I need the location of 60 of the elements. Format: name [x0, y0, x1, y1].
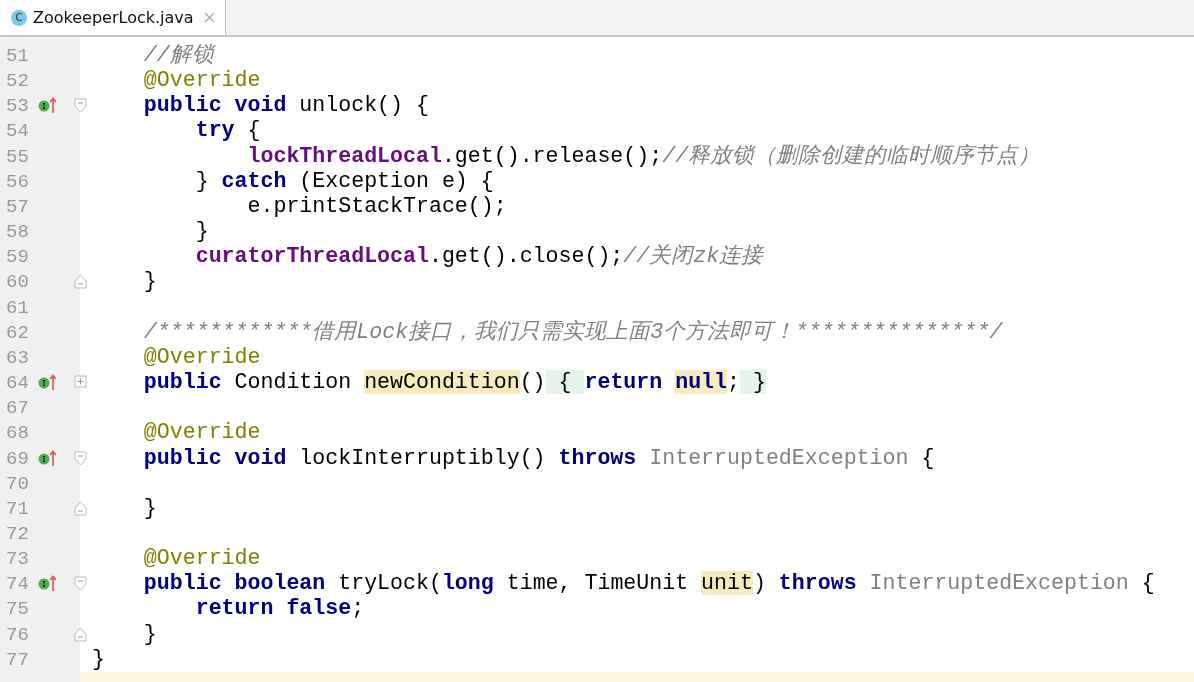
line-number: 60 [6, 270, 29, 296]
code-line: } catch (Exception e) { [194, 168, 494, 194]
code-line: } [142, 495, 157, 521]
fold-marker-icon[interactable] [74, 450, 87, 466]
line-number: 71 [6, 496, 29, 522]
line-number: 67 [6, 396, 29, 422]
line-number: 57 [6, 194, 29, 220]
code-line: } [142, 269, 157, 295]
code-line: //解锁 [142, 43, 214, 68]
override-marker-icon[interactable] [38, 373, 56, 392]
line-number: 73 [6, 547, 29, 573]
code-line: } [92, 646, 105, 672]
line-number: 59 [6, 245, 29, 271]
code-line: } [194, 219, 209, 245]
override-marker-icon[interactable] [38, 574, 56, 593]
line-number: 68 [6, 421, 29, 447]
code-line: lockThreadLocal.get().release();//释放锁（删除创建的临时顺序节点） [246, 143, 1041, 169]
line-number: 58 [6, 220, 29, 246]
line-number: 56 [6, 169, 29, 195]
fold-marker-icon[interactable] [74, 274, 87, 290]
close-icon[interactable] [203, 12, 215, 23]
override-marker-icon[interactable] [38, 96, 56, 115]
line-number: 61 [6, 295, 29, 321]
code-line: @Override [142, 420, 261, 446]
fold-marker-icon[interactable] [74, 576, 87, 592]
code-line: /************借用Lock接口，我们只需实现上面3个方法即可！***************/ [142, 319, 1003, 345]
line-number: 62 [6, 320, 29, 346]
override-marker-icon[interactable] [38, 448, 56, 467]
code-line: return false; [194, 596, 365, 622]
code-line: curatorThreadLocal.get().close();//关闭zk连接 [194, 244, 764, 270]
code-line: public Condition newCondition() { return null; } [142, 370, 766, 396]
line-number: 69 [6, 446, 29, 472]
code-line: } [142, 621, 157, 647]
line-number: 75 [6, 597, 29, 623]
line-number: 52 [6, 69, 29, 95]
line-number: 53 [6, 94, 29, 120]
file-tab[interactable]: C ZookeeperLock.java [0, 0, 226, 35]
line-number: 64 [6, 371, 29, 397]
line-number: 70 [6, 471, 29, 497]
fold-marker-icon[interactable] [74, 626, 87, 642]
code-line: @Override [142, 68, 261, 94]
fold-marker-icon[interactable] [74, 98, 87, 114]
class-icon: C [11, 9, 27, 26]
code-line: @Override [142, 344, 261, 370]
code-line: public void unlock() { [142, 93, 429, 119]
line-number: 77 [6, 647, 29, 673]
code-line: public void lockInterruptibly() throws InterruptedException { [142, 445, 935, 471]
line-number: 63 [6, 345, 29, 371]
fold-marker-icon[interactable] [74, 500, 87, 516]
line-number: 51 [6, 44, 29, 69]
line-number: 76 [6, 622, 29, 648]
expand-icon[interactable] [74, 375, 87, 389]
line-number: 54 [6, 119, 29, 145]
code-line: try { [194, 118, 261, 144]
code-line: public boolean tryLock(long time, TimeUnit unit) throws InterruptedException { [142, 571, 1155, 597]
code-line: e.printStackTrace(); [246, 193, 507, 219]
line-number: 72 [6, 521, 29, 547]
code-line: @Override [142, 546, 261, 572]
line-number: 74 [6, 572, 29, 598]
line-number: 55 [6, 144, 29, 170]
